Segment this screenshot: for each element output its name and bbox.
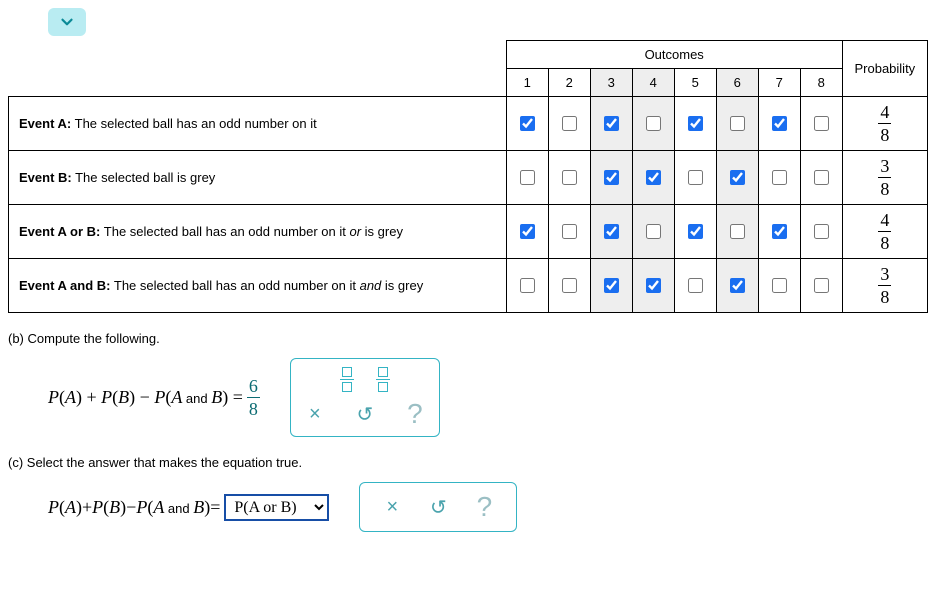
part-c-equation: P(A)+P(B)−P(A and B)= P(A or B)P(A and B…: [48, 494, 329, 521]
outcome-col-6: 6: [716, 69, 758, 97]
probability-value: 48: [842, 205, 927, 259]
event-label: Event A and B: The selected ball has an …: [9, 259, 507, 313]
outcome-col-5: 5: [674, 69, 716, 97]
outcome-col-7: 7: [758, 69, 800, 97]
outcome-checkbox[interactable]: [646, 278, 661, 293]
undo-button[interactable]: ↺: [424, 493, 452, 521]
clear-button[interactable]: ×: [301, 400, 329, 428]
events-table: Outcomes Probability 12345678 Event A: T…: [8, 40, 928, 313]
outcome-checkbox[interactable]: [520, 224, 535, 239]
outcome-checkbox[interactable]: [814, 116, 829, 131]
part-c-select[interactable]: P(A or B)P(A and B)P(A)P(B): [224, 494, 329, 521]
outcome-col-3: 3: [590, 69, 632, 97]
event-label: Event B: The selected ball is grey: [9, 151, 507, 205]
mixed-fraction-button[interactable]: [376, 367, 390, 392]
part-b-answer: 6 8: [247, 377, 260, 418]
outcome-checkbox[interactable]: [688, 116, 703, 131]
help-button[interactable]: ?: [470, 493, 498, 521]
outcome-checkbox[interactable]: [604, 224, 619, 239]
undo-button[interactable]: ↺: [351, 400, 379, 428]
event-label: Event A: The selected ball has an odd nu…: [9, 97, 507, 151]
outcomes-header: Outcomes: [506, 41, 842, 69]
outcome-checkbox[interactable]: [646, 116, 661, 131]
event-label: Event A or B: The selected ball has an o…: [9, 205, 507, 259]
part-b-toolbox: × ↺ ?: [290, 358, 440, 437]
outcome-checkbox[interactable]: [520, 170, 535, 185]
probability-value: 48: [842, 97, 927, 151]
outcome-checkbox[interactable]: [814, 170, 829, 185]
outcome-checkbox[interactable]: [562, 116, 577, 131]
outcome-checkbox[interactable]: [688, 170, 703, 185]
outcome-checkbox[interactable]: [772, 116, 787, 131]
part-b-label: (b) Compute the following.: [8, 331, 926, 346]
chevron-down-icon: [58, 13, 76, 31]
outcome-checkbox[interactable]: [814, 278, 829, 293]
part-c-toolbox: × ↺ ?: [359, 482, 517, 532]
outcome-checkbox[interactable]: [646, 170, 661, 185]
fraction-button[interactable]: [340, 367, 354, 392]
outcome-checkbox[interactable]: [520, 116, 535, 131]
collapse-button[interactable]: [48, 8, 86, 36]
outcome-checkbox[interactable]: [520, 278, 535, 293]
probability-value: 38: [842, 151, 927, 205]
part-c-label: (c) Select the answer that makes the equ…: [8, 455, 926, 470]
outcome-col-8: 8: [800, 69, 842, 97]
outcome-checkbox[interactable]: [688, 224, 703, 239]
outcome-col-2: 2: [548, 69, 590, 97]
outcome-checkbox[interactable]: [562, 224, 577, 239]
outcome-checkbox[interactable]: [604, 170, 619, 185]
outcome-checkbox[interactable]: [562, 170, 577, 185]
outcome-checkbox[interactable]: [730, 170, 745, 185]
probability-value: 38: [842, 259, 927, 313]
part-b-equation: P(A) + P(B) − P(A and B) = 6 8: [48, 377, 260, 418]
outcome-checkbox[interactable]: [730, 278, 745, 293]
outcome-col-4: 4: [632, 69, 674, 97]
help-button[interactable]: ?: [401, 400, 429, 428]
outcome-checkbox[interactable]: [772, 170, 787, 185]
outcome-col-1: 1: [506, 69, 548, 97]
outcome-checkbox[interactable]: [814, 224, 829, 239]
outcome-checkbox[interactable]: [646, 224, 661, 239]
clear-button[interactable]: ×: [378, 493, 406, 521]
outcome-checkbox[interactable]: [730, 116, 745, 131]
outcome-checkbox[interactable]: [730, 224, 745, 239]
outcome-checkbox[interactable]: [772, 224, 787, 239]
outcome-checkbox[interactable]: [562, 278, 577, 293]
outcome-checkbox[interactable]: [772, 278, 787, 293]
outcome-checkbox[interactable]: [604, 116, 619, 131]
probability-header: Probability: [842, 41, 927, 97]
outcome-checkbox[interactable]: [688, 278, 703, 293]
outcome-checkbox[interactable]: [604, 278, 619, 293]
